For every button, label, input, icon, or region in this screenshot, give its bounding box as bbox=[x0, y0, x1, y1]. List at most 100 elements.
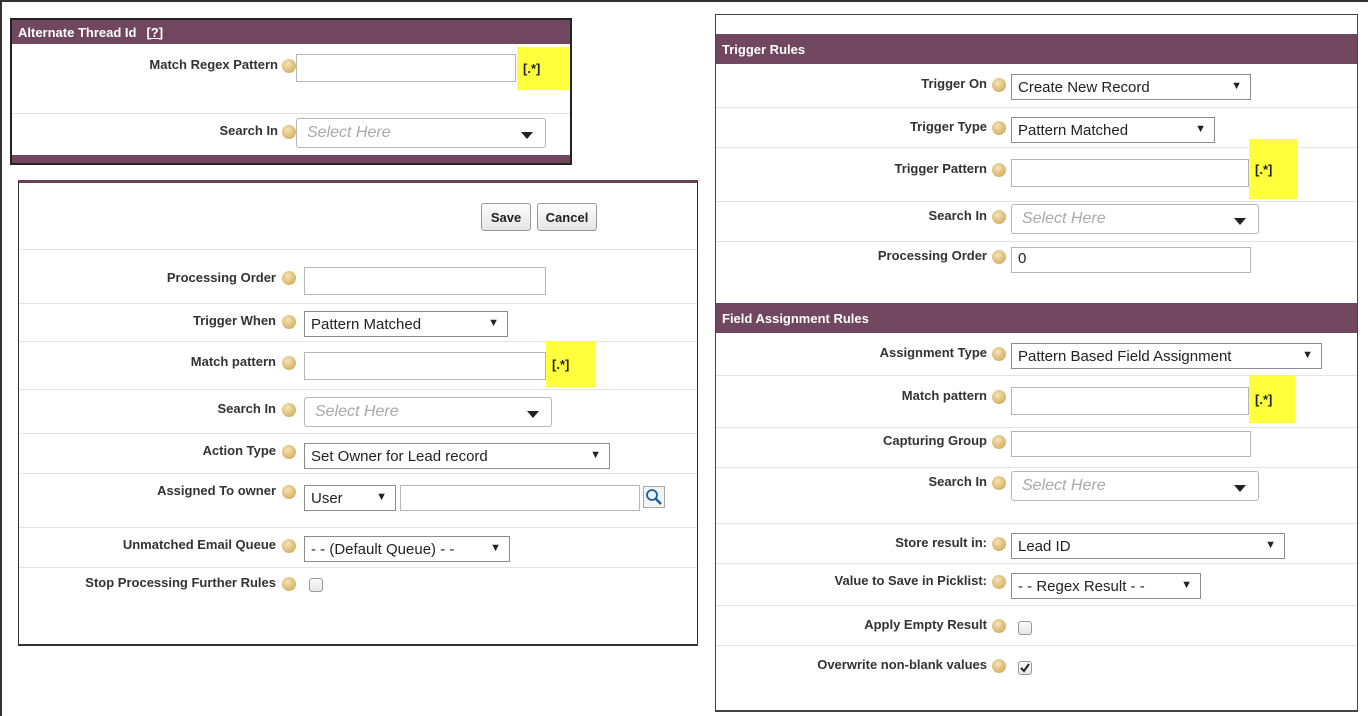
trigger-when-select[interactable]: Pattern Matched ▼ bbox=[304, 311, 508, 337]
apply-empty-label: Apply Empty Result bbox=[864, 617, 987, 632]
unmatched-queue-value: - - (Default Queue) - - bbox=[311, 540, 455, 558]
apply-empty-row: Apply Empty Result bbox=[716, 605, 1357, 646]
unmatched-queue-select[interactable]: - - (Default Queue) - - ▼ bbox=[304, 536, 510, 562]
trigger-on-label: Trigger On bbox=[921, 76, 987, 91]
match-pattern-row: Match pattern [.*] bbox=[19, 341, 697, 390]
search-in-row: Search In Select Here bbox=[19, 389, 697, 434]
stop-processing-checkbox[interactable] bbox=[309, 578, 323, 592]
trigger-pattern-row: Trigger Pattern [.*] bbox=[716, 139, 1357, 202]
processing-order-label: Processing Order bbox=[166, 270, 276, 285]
dropdown-arrow-icon bbox=[1234, 485, 1246, 492]
search-in-select[interactable]: Select Here bbox=[304, 397, 552, 427]
picklist-select[interactable]: - - Regex Result - - ▼ bbox=[1011, 573, 1201, 599]
help-icon bbox=[282, 315, 296, 329]
match-regex-input[interactable] bbox=[296, 54, 516, 82]
match-regex-label: Match Regex Pattern bbox=[149, 57, 278, 72]
dropdown-arrow-icon: ▼ bbox=[376, 491, 387, 503]
action-type-label: Action Type bbox=[202, 443, 276, 458]
lookup-magnifier-icon[interactable] bbox=[643, 486, 665, 508]
search-in-select[interactable]: Select Here bbox=[1011, 204, 1259, 234]
alternate-thread-footer-bar bbox=[12, 155, 570, 163]
help-icon bbox=[282, 577, 296, 591]
search-in-placeholder: Select Here bbox=[1022, 477, 1106, 494]
trigger-when-value: Pattern Matched bbox=[311, 315, 422, 333]
store-result-select[interactable]: Lead ID ▼ bbox=[1011, 533, 1285, 559]
help-icon bbox=[992, 476, 1006, 490]
trigger-rules-panel: Trigger Rules Trigger On Create New Reco… bbox=[715, 14, 1358, 712]
trigger-type-select[interactable]: Pattern Matched ▼ bbox=[1011, 117, 1215, 143]
action-type-row: Action Type Set Owner for Lead record ▼ bbox=[19, 433, 697, 474]
trigger-when-row: Trigger When Pattern Matched ▼ bbox=[19, 303, 697, 342]
assignment-type-row: Assignment Type Pattern Based Field Assi… bbox=[716, 333, 1357, 376]
help-icon bbox=[992, 250, 1006, 264]
help-icon bbox=[992, 537, 1006, 551]
regex-hint: [.*] bbox=[546, 341, 596, 387]
processing-order-row: Processing Order 0 bbox=[716, 241, 1357, 291]
help-icon bbox=[992, 659, 1006, 673]
help-icon bbox=[282, 356, 296, 370]
unmatched-queue-row: Unmatched Email Queue - - (Default Queue… bbox=[19, 527, 697, 568]
dropdown-arrow-icon: ▼ bbox=[1195, 123, 1206, 135]
assignment-type-select[interactable]: Pattern Based Field Assignment ▼ bbox=[1011, 343, 1322, 369]
help-icon bbox=[282, 539, 296, 553]
overwrite-checkbox[interactable] bbox=[1018, 661, 1032, 675]
trigger-type-label: Trigger Type bbox=[909, 119, 987, 134]
dropdown-arrow-icon: ▼ bbox=[1181, 579, 1192, 591]
picklist-row: Value to Save in Picklist: - - Regex Res… bbox=[716, 563, 1357, 606]
button-row: Save Cancel bbox=[19, 183, 697, 250]
help-icon bbox=[992, 210, 1006, 224]
checkmark-icon bbox=[1020, 663, 1030, 673]
field-assignment-header: Field Assignment Rules bbox=[716, 303, 1357, 333]
trigger-on-select[interactable]: Create New Record ▼ bbox=[1011, 74, 1251, 100]
help-icon bbox=[282, 125, 296, 139]
owner-lookup-input[interactable] bbox=[400, 485, 640, 511]
search-in-placeholder: Select Here bbox=[307, 124, 391, 141]
dropdown-arrow-icon bbox=[1234, 218, 1246, 225]
match-pattern-input[interactable] bbox=[304, 352, 546, 380]
match-pattern-input[interactable] bbox=[1011, 387, 1249, 415]
action-type-value: Set Owner for Lead record bbox=[311, 447, 488, 465]
trigger-on-row: Trigger On Create New Record ▼ bbox=[716, 64, 1357, 108]
cancel-button[interactable]: Cancel bbox=[537, 203, 597, 231]
field-assignment-title: Field Assignment Rules bbox=[722, 310, 869, 326]
stop-processing-label: Stop Processing Further Rules bbox=[85, 575, 276, 590]
search-in-row: Search In Select Here bbox=[716, 201, 1357, 242]
help-icon bbox=[992, 78, 1006, 92]
save-button[interactable]: Save bbox=[481, 203, 531, 231]
help-icon bbox=[992, 163, 1006, 177]
owner-type-select[interactable]: User ▼ bbox=[304, 485, 396, 511]
picklist-label: Value to Save in Picklist: bbox=[834, 573, 987, 588]
dropdown-arrow-icon: ▼ bbox=[1265, 539, 1276, 551]
processing-order-row: Processing Order bbox=[19, 249, 697, 304]
trigger-when-label: Trigger When bbox=[192, 313, 276, 328]
processing-order-input[interactable]: 0 bbox=[1011, 247, 1251, 273]
search-in-label: Search In bbox=[928, 208, 987, 223]
dropdown-arrow-icon: ▼ bbox=[488, 317, 499, 329]
regex-hint: [.*] bbox=[1249, 139, 1297, 199]
match-regex-row: Match Regex Pattern [.*] bbox=[12, 44, 570, 114]
store-result-value: Lead ID bbox=[1018, 537, 1071, 555]
rule-form-panel: Save Cancel Processing Order Trigger Whe… bbox=[18, 180, 698, 646]
help-icon bbox=[282, 485, 296, 499]
dropdown-arrow-icon bbox=[527, 411, 539, 418]
help-icon bbox=[992, 390, 1006, 404]
trigger-pattern-label: Trigger Pattern bbox=[894, 161, 987, 176]
help-icon bbox=[282, 59, 296, 73]
search-in-select[interactable]: Select Here bbox=[1011, 471, 1259, 501]
stop-processing-row: Stop Processing Further Rules bbox=[19, 567, 697, 607]
action-type-select[interactable]: Set Owner for Lead record ▼ bbox=[304, 443, 610, 469]
help-icon bbox=[282, 445, 296, 459]
trigger-on-value: Create New Record bbox=[1018, 78, 1150, 96]
search-in-select[interactable]: Select Here bbox=[296, 118, 546, 148]
search-in-label: Search In bbox=[219, 123, 278, 138]
help-icon bbox=[992, 121, 1006, 135]
trigger-pattern-input[interactable] bbox=[1011, 159, 1249, 187]
search-in-row: Search In Select Here bbox=[12, 113, 570, 155]
help-link[interactable]: [?] bbox=[146, 25, 163, 40]
capturing-group-input[interactable] bbox=[1011, 431, 1251, 457]
processing-order-input[interactable] bbox=[304, 267, 546, 295]
search-in-label: Search In bbox=[217, 401, 276, 416]
help-icon bbox=[992, 575, 1006, 589]
apply-empty-checkbox[interactable] bbox=[1018, 621, 1032, 635]
match-pattern-label: Match pattern bbox=[190, 354, 276, 369]
